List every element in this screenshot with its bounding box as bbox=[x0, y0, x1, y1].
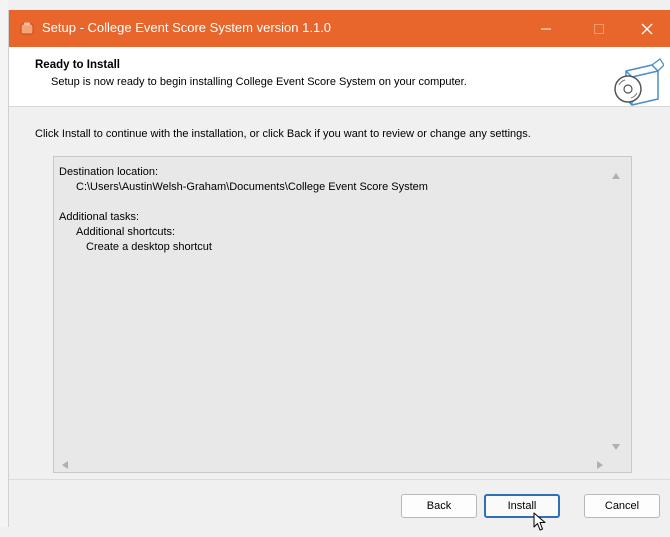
title-bar[interactable]: Setup - College Event Score System versi… bbox=[9, 10, 670, 47]
install-button[interactable]: Install bbox=[484, 494, 560, 518]
memo-line-desktop-shortcut: Create a desktop shortcut bbox=[86, 241, 212, 253]
maximize-button[interactable] bbox=[577, 10, 621, 47]
background-edge bbox=[0, 0, 8, 527]
setup-window: Setup - College Event Score System versi… bbox=[8, 10, 670, 531]
minimize-button[interactable] bbox=[524, 10, 568, 47]
installer-app-icon bbox=[20, 22, 34, 36]
cancel-button[interactable]: Cancel bbox=[584, 494, 660, 518]
memo-line-shortcuts-label: Additional shortcuts: bbox=[76, 226, 176, 238]
install-disc-box-icon bbox=[612, 55, 665, 107]
maximize-icon bbox=[594, 23, 604, 34]
back-button[interactable]: Back bbox=[401, 494, 477, 518]
page-title: Ready to Install bbox=[35, 59, 120, 71]
mouse-pointer-icon bbox=[533, 512, 547, 537]
scroll-left-arrow-icon[interactable] bbox=[61, 457, 69, 475]
scroll-right-arrow-icon[interactable] bbox=[596, 457, 604, 475]
memo-line-destination-path: C:\Users\AustinWelsh-Graham\Documents\Co… bbox=[76, 181, 428, 193]
page-subtitle: Setup is now ready to begin installing C… bbox=[51, 76, 467, 88]
close-icon bbox=[641, 23, 653, 34]
ready-memo-box[interactable]: Destination location: C:\Users\AustinWel… bbox=[53, 156, 632, 473]
memo-line-tasks-label: Additional tasks: bbox=[59, 211, 140, 223]
scroll-down-arrow-icon[interactable] bbox=[611, 438, 621, 456]
wizard-header: Ready to Install Setup is now ready to b… bbox=[9, 47, 670, 107]
minimize-icon bbox=[541, 27, 551, 30]
footer-divider bbox=[9, 479, 670, 480]
memo-line-destination-label: Destination location: bbox=[59, 166, 159, 178]
window-title: Setup - College Event Score System versi… bbox=[42, 20, 332, 35]
scroll-up-arrow-icon[interactable] bbox=[611, 167, 621, 185]
instruction-text: Click Install to continue with the insta… bbox=[35, 128, 531, 140]
close-button[interactable] bbox=[625, 10, 669, 47]
